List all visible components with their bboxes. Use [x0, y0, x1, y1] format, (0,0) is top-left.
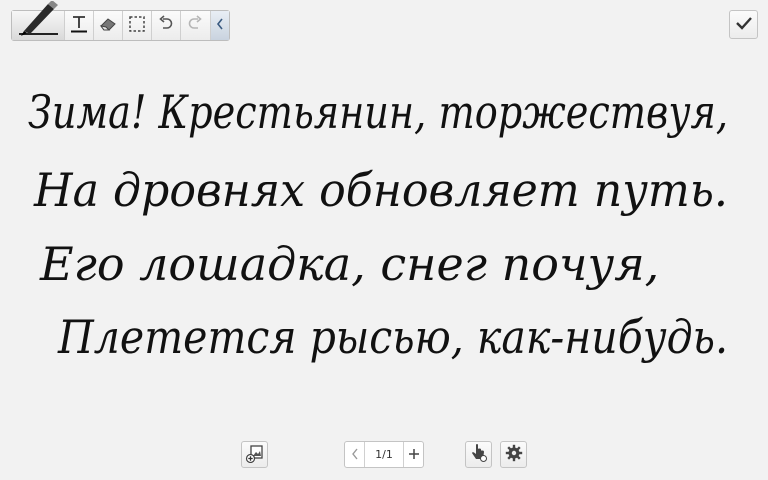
undo-button[interactable] — [152, 11, 182, 40]
eraser-tool-button[interactable] — [94, 11, 123, 40]
undo-icon — [158, 14, 174, 37]
add-page-icon — [245, 443, 265, 467]
handwriting-strokes: Зима! Крестьянин, торжествуя, На дровнях… — [28, 85, 728, 364]
previous-page-button[interactable] — [345, 442, 365, 467]
handwriting-line: На дровнях обновляет путь. — [33, 163, 728, 217]
redo-icon — [187, 14, 203, 37]
text-icon — [69, 14, 89, 38]
eraser-icon — [98, 15, 118, 37]
plus-icon — [408, 445, 420, 464]
add-page-button[interactable] — [403, 442, 423, 467]
page-navigator: 1/1 — [344, 441, 424, 468]
chevron-left-icon — [351, 445, 359, 464]
handwriting-line: Его лошадка, снег почуя, — [39, 237, 659, 291]
handwriting-line: Плетется рысью, как-нибудь. — [57, 310, 728, 364]
text-tool-button[interactable] — [65, 11, 94, 40]
settings-button[interactable] — [500, 441, 527, 468]
pen-tool-button[interactable] — [12, 1, 65, 40]
gear-icon — [505, 444, 523, 466]
checkmark-icon — [734, 14, 754, 36]
selection-tool-button[interactable] — [123, 11, 153, 40]
done-button[interactable] — [729, 10, 758, 39]
collapse-toolbar-button[interactable] — [210, 11, 230, 40]
pen-toolbar — [11, 1, 230, 41]
selection-icon — [128, 15, 146, 37]
hand-pointer-icon — [470, 443, 488, 467]
handwriting-line: Зима! Крестьянин, торжествуя, — [28, 85, 728, 139]
chevron-left-icon — [215, 16, 225, 35]
add-image-button[interactable] — [241, 441, 268, 468]
page-indicator: 1/1 — [375, 448, 393, 461]
touch-mode-button[interactable] — [465, 441, 492, 468]
handwriting-canvas[interactable]: Зима! Крестьянин, торжествуя, На дровнях… — [0, 48, 768, 428]
redo-button[interactable] — [181, 11, 211, 40]
